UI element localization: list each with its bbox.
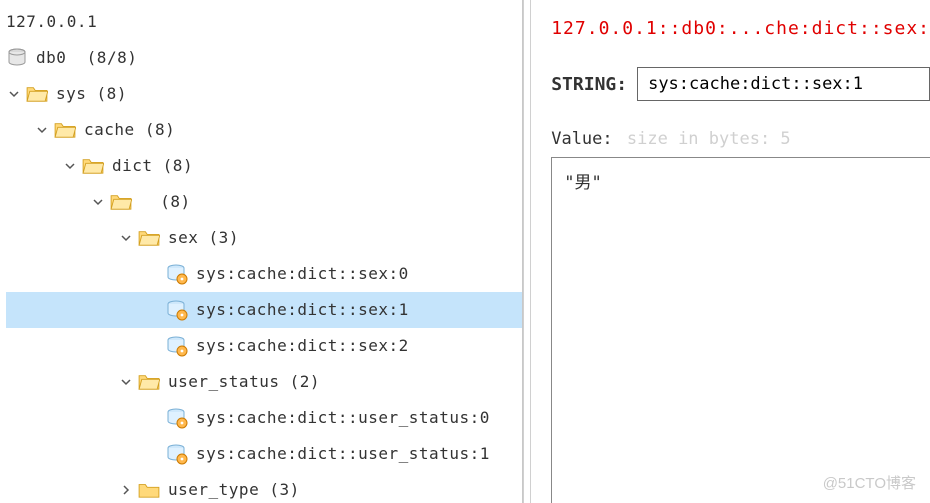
folder-label: cache (8) xyxy=(84,112,175,148)
folder-open-icon xyxy=(138,227,160,249)
key-icon xyxy=(166,263,188,285)
tree-key-item[interactable]: sys:cache:dict::user_status:1 xyxy=(6,436,522,472)
key-label: sys:cache:dict::user_status:0 xyxy=(196,400,490,436)
chevron-down-icon[interactable] xyxy=(62,161,78,171)
chevron-down-icon[interactable] xyxy=(34,125,50,135)
folder-label: (8) xyxy=(140,184,191,220)
breadcrumb: 127.0.0.1::db0:...che:dict::sex: xyxy=(551,18,930,39)
value-content: "男" xyxy=(564,173,601,193)
tree-key-item[interactable]: sys:cache:dict::user_status:0 xyxy=(6,400,522,436)
key-tree[interactable]: 127.0.0.1 db0 (8/8) sys (8) xyxy=(0,0,523,503)
tree-node-user-type[interactable]: user_type (3) xyxy=(6,472,522,503)
folder-open-icon xyxy=(110,191,132,213)
tree-node-db[interactable]: db0 (8/8) xyxy=(6,40,522,76)
tree-node-sys[interactable]: sys (8) xyxy=(6,76,522,112)
detail-pane: 127.0.0.1::db0:...che:dict::sex: STRING:… xyxy=(531,0,930,503)
folder-open-icon xyxy=(26,83,48,105)
key-icon xyxy=(166,335,188,357)
value-size-hint: size in bytes: 5 xyxy=(627,129,791,149)
tree-key-item[interactable]: sys:cache:dict::sex:2 xyxy=(6,328,522,364)
key-icon xyxy=(166,299,188,321)
chevron-down-icon[interactable] xyxy=(118,233,134,243)
folder-open-icon xyxy=(82,155,104,177)
folder-label: sex (3) xyxy=(168,220,239,256)
type-label: STRING: xyxy=(551,74,627,95)
folder-label: dict (8) xyxy=(112,148,193,184)
folder-label: sys (8) xyxy=(56,76,127,112)
folder-open-icon xyxy=(138,371,160,393)
db-label: db0 (8/8) xyxy=(36,40,137,76)
chevron-down-icon[interactable] xyxy=(118,377,134,387)
tree-key-item[interactable]: sys:cache:dict::sex:0 xyxy=(6,256,522,292)
pane-divider[interactable] xyxy=(523,0,532,503)
key-label: sys:cache:dict::user_status:1 xyxy=(196,436,490,472)
database-icon xyxy=(6,47,28,69)
tree-node-host[interactable]: 127.0.0.1 xyxy=(6,4,522,40)
folder-label: user_type (3) xyxy=(168,472,300,503)
tree-node-sex[interactable]: sex (3) xyxy=(6,220,522,256)
folder-label: user_status (2) xyxy=(168,364,320,400)
key-label: sys:cache:dict::sex:0 xyxy=(196,256,409,292)
tree-node-cache[interactable]: cache (8) xyxy=(6,112,522,148)
value-label: Value: xyxy=(551,129,612,149)
tree-node-user-status[interactable]: user_status (2) xyxy=(6,364,522,400)
key-icon xyxy=(166,407,188,429)
chevron-right-icon[interactable] xyxy=(118,485,134,495)
key-label: sys:cache:dict::sex:1 xyxy=(196,292,409,328)
tree-node-dict[interactable]: dict (8) xyxy=(6,148,522,184)
folder-open-icon xyxy=(54,119,76,141)
key-icon xyxy=(166,443,188,465)
folder-icon xyxy=(138,479,160,501)
key-label: sys:cache:dict::sex:2 xyxy=(196,328,409,364)
chevron-down-icon[interactable] xyxy=(90,197,106,207)
value-textarea[interactable]: "男" xyxy=(551,157,930,503)
key-name-input[interactable] xyxy=(637,67,930,101)
host-label: 127.0.0.1 xyxy=(6,4,97,40)
chevron-down-icon[interactable] xyxy=(6,89,22,99)
tree-node-unnamed[interactable]: (8) xyxy=(6,184,522,220)
tree-key-item-selected[interactable]: sys:cache:dict::sex:1 xyxy=(6,292,522,328)
